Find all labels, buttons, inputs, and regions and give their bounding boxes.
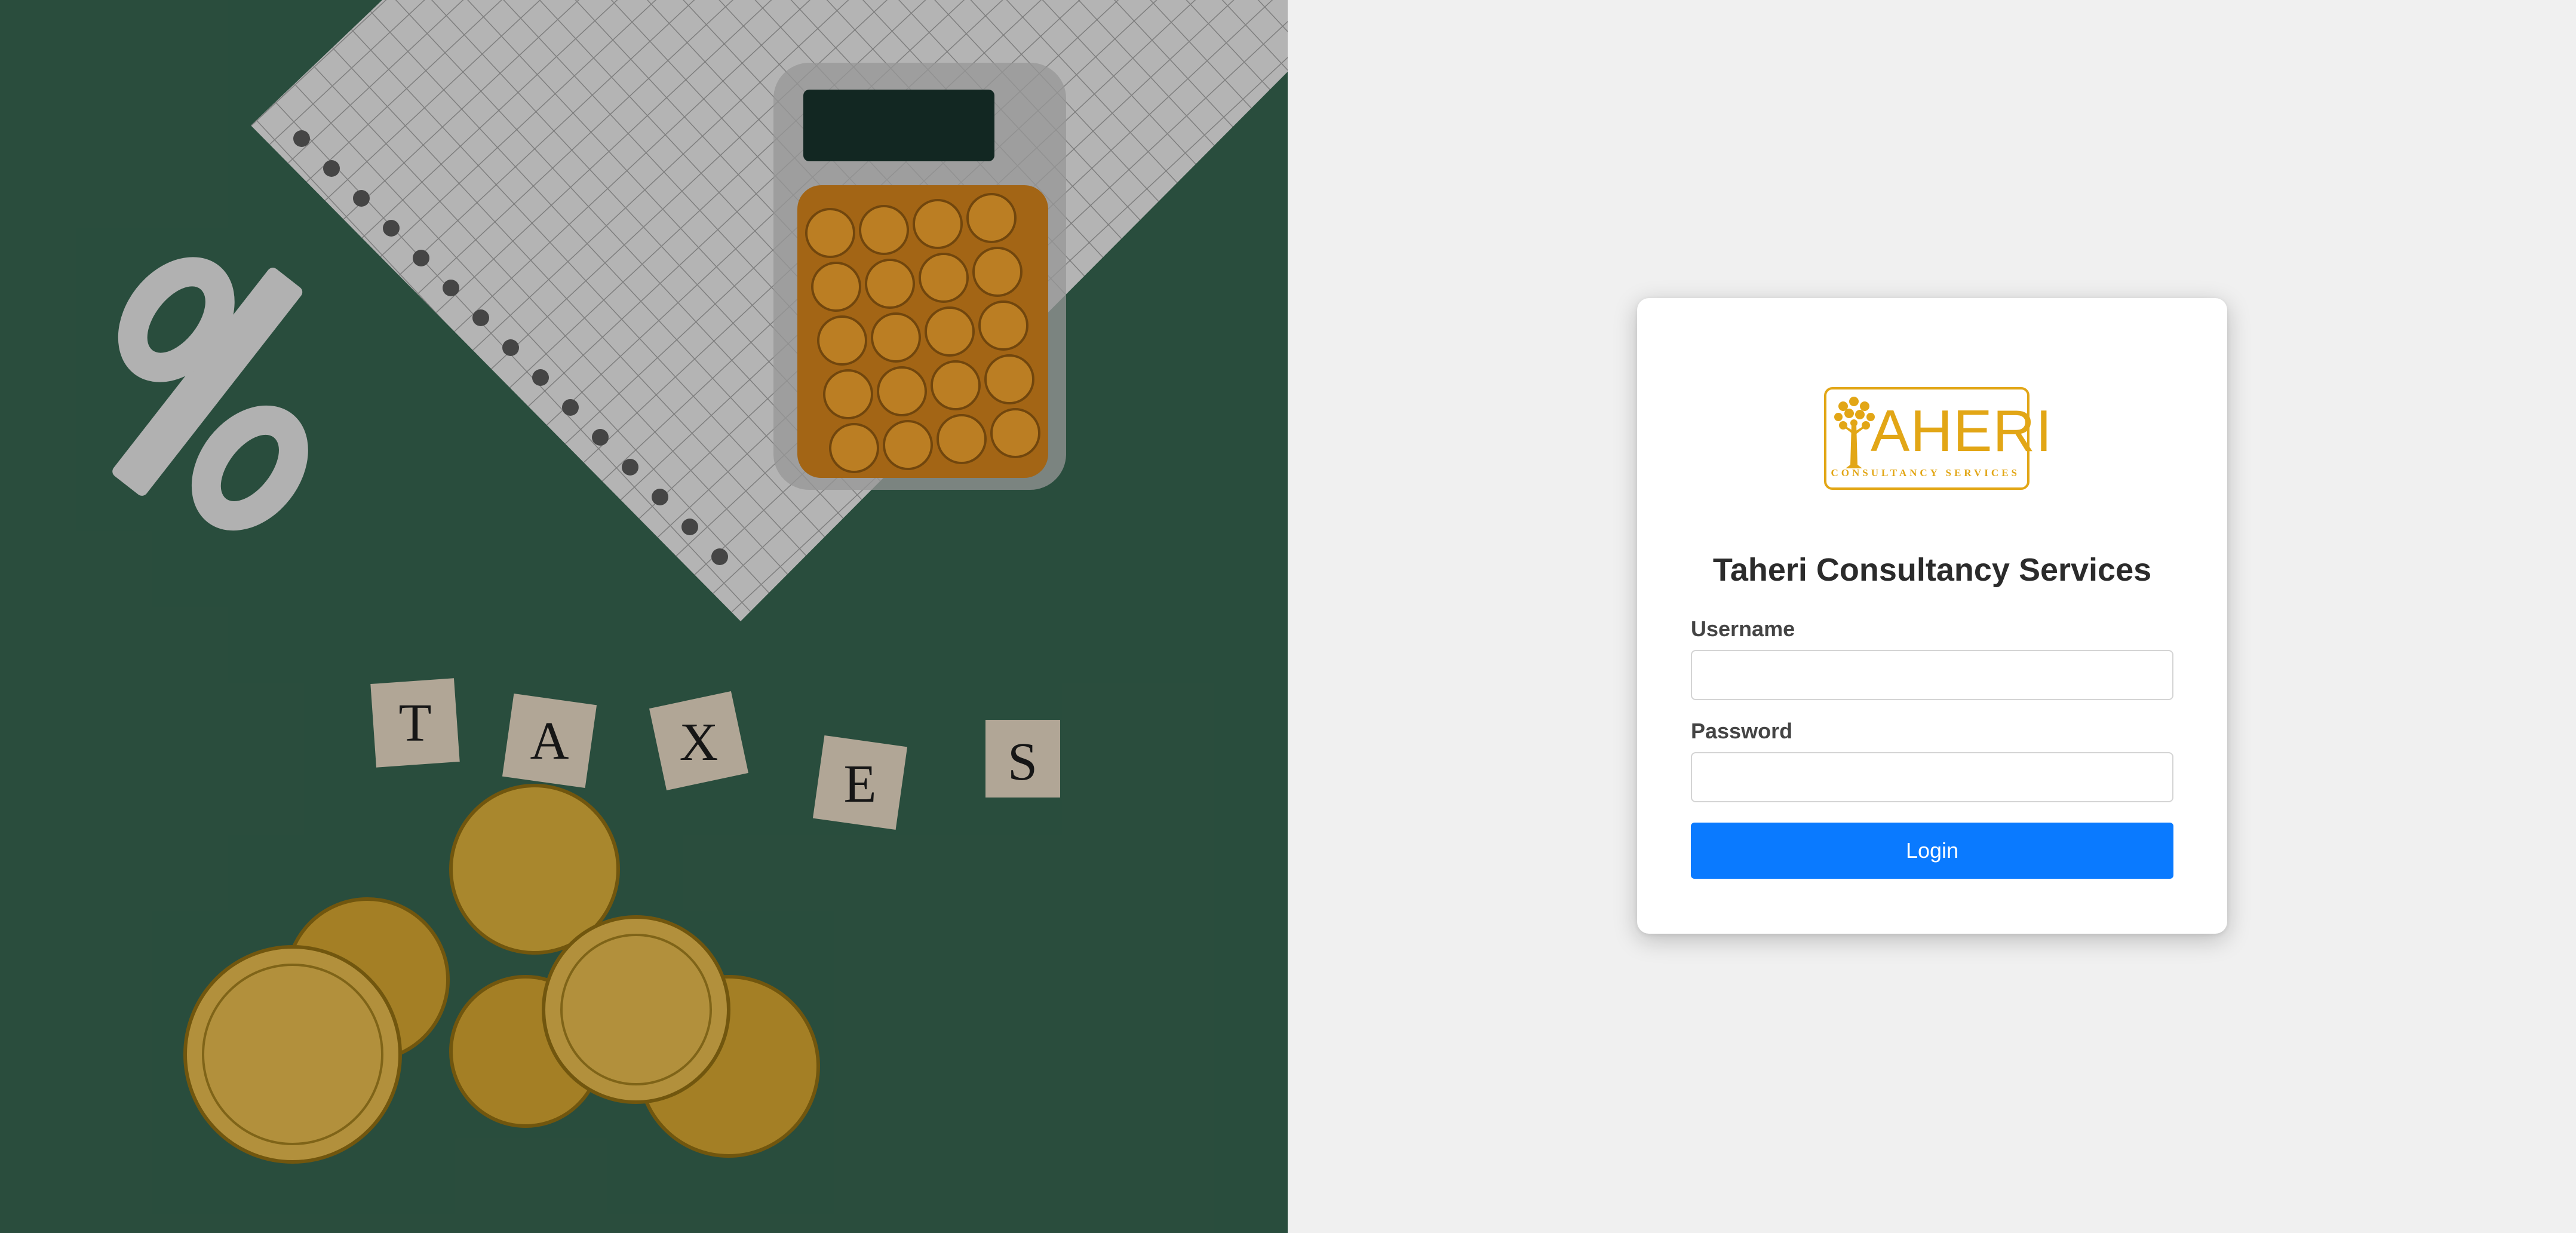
username-label: Username: [1691, 616, 1795, 641]
password-label: Password: [1691, 719, 1793, 743]
login-card: AHERI CONSULTANCY SERVICES Taheri Consul…: [1637, 298, 2227, 934]
login-panel: AHERI CONSULTANCY SERVICES Taheri Consul…: [1288, 0, 2576, 1233]
login-button[interactable]: Login: [1691, 823, 2173, 879]
page-title: Taheri Consultancy Services: [1712, 552, 2152, 588]
login-page: T A X E S AHERI CONSULTANCY SERVICES Tah…: [0, 0, 2576, 1233]
password-input[interactable]: [1691, 752, 2173, 802]
username-input[interactable]: [1691, 650, 2173, 700]
logo-wordmark: AHERI: [1871, 398, 2053, 464]
photo-darken-overlay: [0, 0, 1288, 1233]
taxes-photo-icon: T A X E S: [0, 0, 1288, 1233]
logo-tagline: CONSULTANCY SERVICES: [1831, 467, 2020, 479]
company-logo: AHERI CONSULTANCY SERVICES: [1824, 387, 2052, 490]
